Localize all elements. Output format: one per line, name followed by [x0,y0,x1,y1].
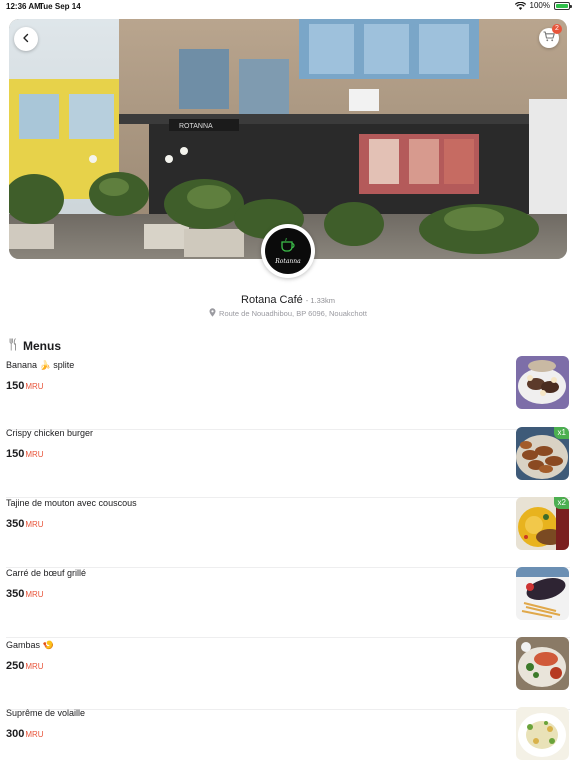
item-price: 350MRU [6,588,44,600]
item-price: 350MRU [6,518,44,530]
menu-item[interactable]: Suprême de volaille 300MRU [0,707,576,768]
battery-icon [554,1,572,10]
battery-percent: 100% [529,1,550,10]
location-pin-icon [209,308,216,319]
cart-quantity-badge: x2 [553,497,569,509]
status-indicators: 100% [514,1,572,10]
wifi-icon [514,1,526,10]
svg-text:ROTANNA: ROTANNA [179,123,213,130]
menu-item[interactable]: Crispy chicken burger 150MRU x1 [0,427,576,498]
restaurant-name: Rotana Café [241,294,303,306]
section-title: Menus [23,339,62,353]
item-photo: x2 [516,497,569,550]
item-photo [516,567,569,620]
item-photo [516,356,569,409]
fork-knife-icon [9,338,17,354]
restaurant-logo: Rotanna [261,224,315,278]
item-photo [516,637,569,690]
restaurant-distance: - 1.33km [305,296,335,305]
coffee-cup-icon [278,237,298,257]
item-name: Banana 🍌 splite [6,360,75,370]
menu-item[interactable]: Banana 🍌 splite 150MRU [0,356,576,430]
item-price: 150MRU [6,380,44,392]
divider [6,637,570,638]
status-time: 12:36 AM [6,2,41,11]
status-date: Tue Sep 14 [39,2,81,11]
item-price: 250MRU [6,660,44,672]
item-name: Carré de bœuf grillé [6,568,87,578]
menu-item[interactable]: Carré de bœuf grillé 350MRU [0,567,576,638]
menu-item[interactable]: Gambas 🍤 250MRU [0,637,576,710]
item-price: 150MRU [6,448,44,460]
logo-text: Rotanna [275,257,301,265]
chevron-left-icon [21,30,31,48]
item-name: Gambas 🍤 [6,640,54,650]
cart-count-badge: 2 [552,24,562,34]
menus-section-header: Menus [9,338,61,354]
menu-item[interactable]: Tajine de mouton avec couscous 350MRU x2 [0,497,576,568]
item-name: Tajine de mouton avec couscous [6,498,137,508]
item-photo: x1 [516,427,569,480]
item-price: 300MRU [6,728,44,740]
restaurant-address-row: Route de Nouadhibou, BP 6096, Nouakchott [0,308,576,319]
restaurant-cover-image: ROTANNA [9,19,567,259]
back-button[interactable] [14,27,38,51]
item-photo [516,707,569,760]
item-name: Crispy chicken burger [6,428,94,438]
restaurant-address: Route de Nouadhibou, BP 6096, Nouakchott [219,309,367,318]
status-bar: 12:36 AM Tue Sep 14 100% [0,0,576,14]
cart-quantity-badge: x1 [553,427,569,439]
restaurant-header: Rotana Café - 1.33km [0,290,576,308]
item-name: Suprême de volaille [6,708,86,718]
